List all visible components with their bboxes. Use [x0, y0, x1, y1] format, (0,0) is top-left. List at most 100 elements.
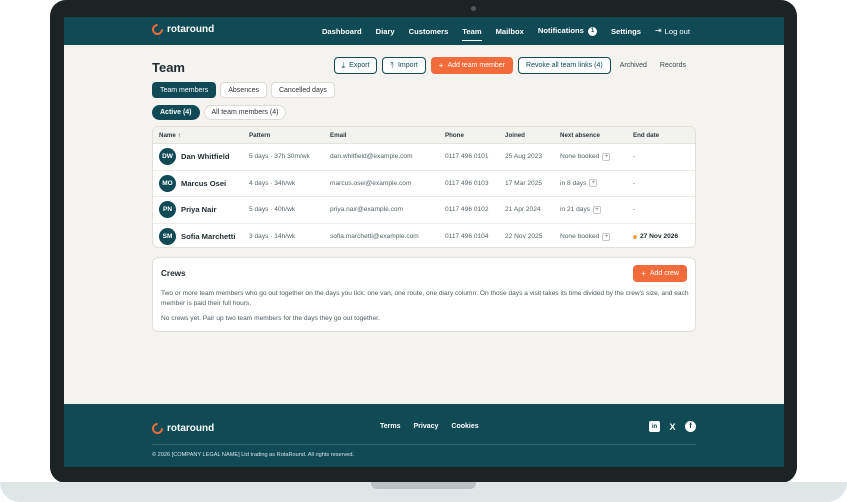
header-name[interactable]: Name ↑: [153, 132, 249, 139]
next-absence-text: in 8 days: [560, 179, 587, 187]
phone-cell: 0117 496 0103: [445, 179, 489, 187]
nav-team[interactable]: Team: [462, 27, 482, 41]
section-tabs: Team members Absences Cancelled days: [152, 82, 335, 98]
add-absence-icon[interactable]: +: [602, 232, 611, 241]
logout-button[interactable]: ⇥ Log out: [655, 27, 690, 36]
logout-label: Log out: [664, 26, 690, 36]
member-name[interactable]: Marcus Osei: [181, 179, 226, 188]
filter-active[interactable]: Active (4): [152, 105, 200, 120]
table-row[interactable]: DW Dan Whitfield 5 days · 37h 30m/wk dan…: [153, 144, 695, 171]
nav-notifications-label: Notifications: [537, 26, 584, 36]
table-row[interactable]: PN Priya Nair 5 days · 40h/wk priya.nair…: [153, 197, 695, 224]
nav-mailbox[interactable]: Mailbox: [496, 27, 524, 36]
linkedin-icon[interactable]: in: [649, 421, 660, 432]
add-absence-icon[interactable]: +: [593, 205, 602, 214]
header-pattern: Pattern: [249, 131, 271, 139]
member-name[interactable]: Dan Whitfield: [181, 152, 230, 161]
logo-text: rotaround: [167, 24, 215, 35]
next-absence-cell: in 21 days +: [560, 205, 633, 214]
phone-cell: 0117 496 0102: [445, 206, 489, 214]
next-absence-cell: None booked +: [560, 152, 633, 161]
phone-cell: 0117 496 0101: [445, 153, 489, 161]
crews-title: Crews: [161, 269, 186, 278]
footer-link-terms[interactable]: Terms: [380, 423, 401, 430]
plus-icon: +: [438, 60, 444, 70]
add-crew-button[interactable]: + Add crew: [633, 265, 687, 282]
team-members-table: Name ↑ Pattern Email Phone Joined Next a…: [152, 126, 696, 248]
footer: rotaround Terms Privacy Cookies in X f ©…: [64, 404, 784, 467]
pattern-cell: 5 days · 37h 30m/wk: [249, 153, 310, 161]
add-absence-icon[interactable]: +: [589, 179, 598, 188]
member-name[interactable]: Priya Nair: [181, 205, 216, 214]
nav-customers[interactable]: Customers: [409, 27, 449, 36]
download-icon: ⤓: [341, 60, 346, 70]
camera-dot: [471, 6, 476, 11]
email-cell: dan.whitfield@example.com: [330, 153, 413, 161]
export-button[interactable]: ⤓ Export: [333, 57, 378, 74]
logout-icon: ⇥: [654, 26, 662, 35]
upload-icon: ⤒: [390, 60, 394, 70]
tab-team-members[interactable]: Team members: [152, 82, 217, 98]
footer-links: Terms Privacy Cookies: [380, 423, 479, 430]
member-name[interactable]: Sofia Marchetti: [181, 232, 235, 241]
nav-dashboard[interactable]: Dashboard: [322, 27, 362, 36]
x-icon[interactable]: X: [667, 421, 678, 432]
crews-panel: Crews + Add crew Two or more team member…: [152, 257, 696, 332]
footer-link-cookies[interactable]: Cookies: [451, 423, 478, 430]
laptop-notch: [371, 482, 476, 489]
end-date-text: 27 Nov 2026: [640, 233, 679, 241]
facebook-icon[interactable]: f: [685, 421, 696, 432]
table-row[interactable]: SM Sofia Marchetti 3 days · 14h/wk sofia…: [153, 224, 695, 248]
header-next-absence: Next absence: [560, 131, 600, 139]
next-absence-cell: in 8 days +: [560, 179, 633, 188]
tab-absences[interactable]: Absences: [220, 82, 267, 98]
footer-link-privacy[interactable]: Privacy: [414, 423, 439, 430]
avatar: SM: [159, 228, 176, 246]
archived-link[interactable]: Archived: [616, 57, 651, 74]
leaving-dot-icon: [633, 234, 637, 239]
footer-logo-text: rotaround: [167, 423, 215, 434]
nav-notifications[interactable]: Notifications 1: [538, 26, 597, 36]
avatar: DW: [159, 148, 176, 166]
logo-icon: [149, 21, 166, 38]
footer-logo[interactable]: rotaround: [149, 420, 215, 437]
crews-description: Two or more team members who go out toge…: [161, 290, 689, 307]
joined-cell: 22 Nov 2025: [505, 233, 543, 241]
table-row[interactable]: MO Marcus Osei 4 days · 34h/wk marcus.os…: [153, 171, 695, 197]
add-crew-label: Add crew: [649, 270, 679, 277]
revoke-links-button[interactable]: Revoke all team links (4): [518, 57, 611, 74]
email-cell: sofia.marchetti@example.com: [330, 233, 419, 241]
pattern-cell: 4 days · 34h/wk: [249, 179, 296, 187]
next-absence-text: None booked: [560, 153, 600, 161]
top-navigation: rotaround Dashboard Diary Customers Team…: [64, 17, 784, 45]
main-nav: Dashboard Diary Customers Team Mailbox N…: [322, 17, 690, 45]
tab-cancelled-days[interactable]: Cancelled days: [270, 82, 335, 98]
nav-settings[interactable]: Settings: [611, 27, 641, 36]
status-filters: Active (4) All team members (4): [152, 105, 287, 120]
logo-icon: [149, 420, 166, 437]
records-link[interactable]: Records: [656, 57, 690, 74]
notification-count-badge: 1: [587, 26, 597, 36]
export-label: Export: [349, 62, 370, 69]
avatar: PN: [159, 201, 176, 219]
add-team-member-button[interactable]: + Add team member: [430, 57, 514, 74]
import-button[interactable]: ⤒ Import: [382, 57, 426, 74]
member-name-cell: PN Priya Nair: [153, 201, 249, 219]
filter-all-members[interactable]: All team members (4): [203, 105, 287, 120]
member-name-cell: MO Marcus Osei: [153, 174, 249, 192]
end-date-cell: -: [633, 206, 636, 214]
pattern-cell: 3 days · 14h/wk: [249, 233, 296, 241]
next-absence-text: in 21 days: [560, 206, 591, 214]
header-phone: Phone: [445, 131, 464, 139]
plus-icon: +: [641, 268, 646, 278]
header-joined: Joined: [505, 131, 525, 139]
logo[interactable]: rotaround: [149, 21, 215, 38]
footer-divider: [152, 444, 696, 445]
add-absence-icon[interactable]: +: [602, 152, 611, 161]
page-title: Team: [152, 60, 185, 75]
email-cell: priya.nair@example.com: [330, 206, 404, 214]
end-date-cell: -: [633, 179, 636, 187]
joined-cell: 17 Mar 2025: [505, 179, 543, 187]
end-date-cell: -: [633, 153, 636, 161]
nav-diary[interactable]: Diary: [376, 27, 395, 36]
